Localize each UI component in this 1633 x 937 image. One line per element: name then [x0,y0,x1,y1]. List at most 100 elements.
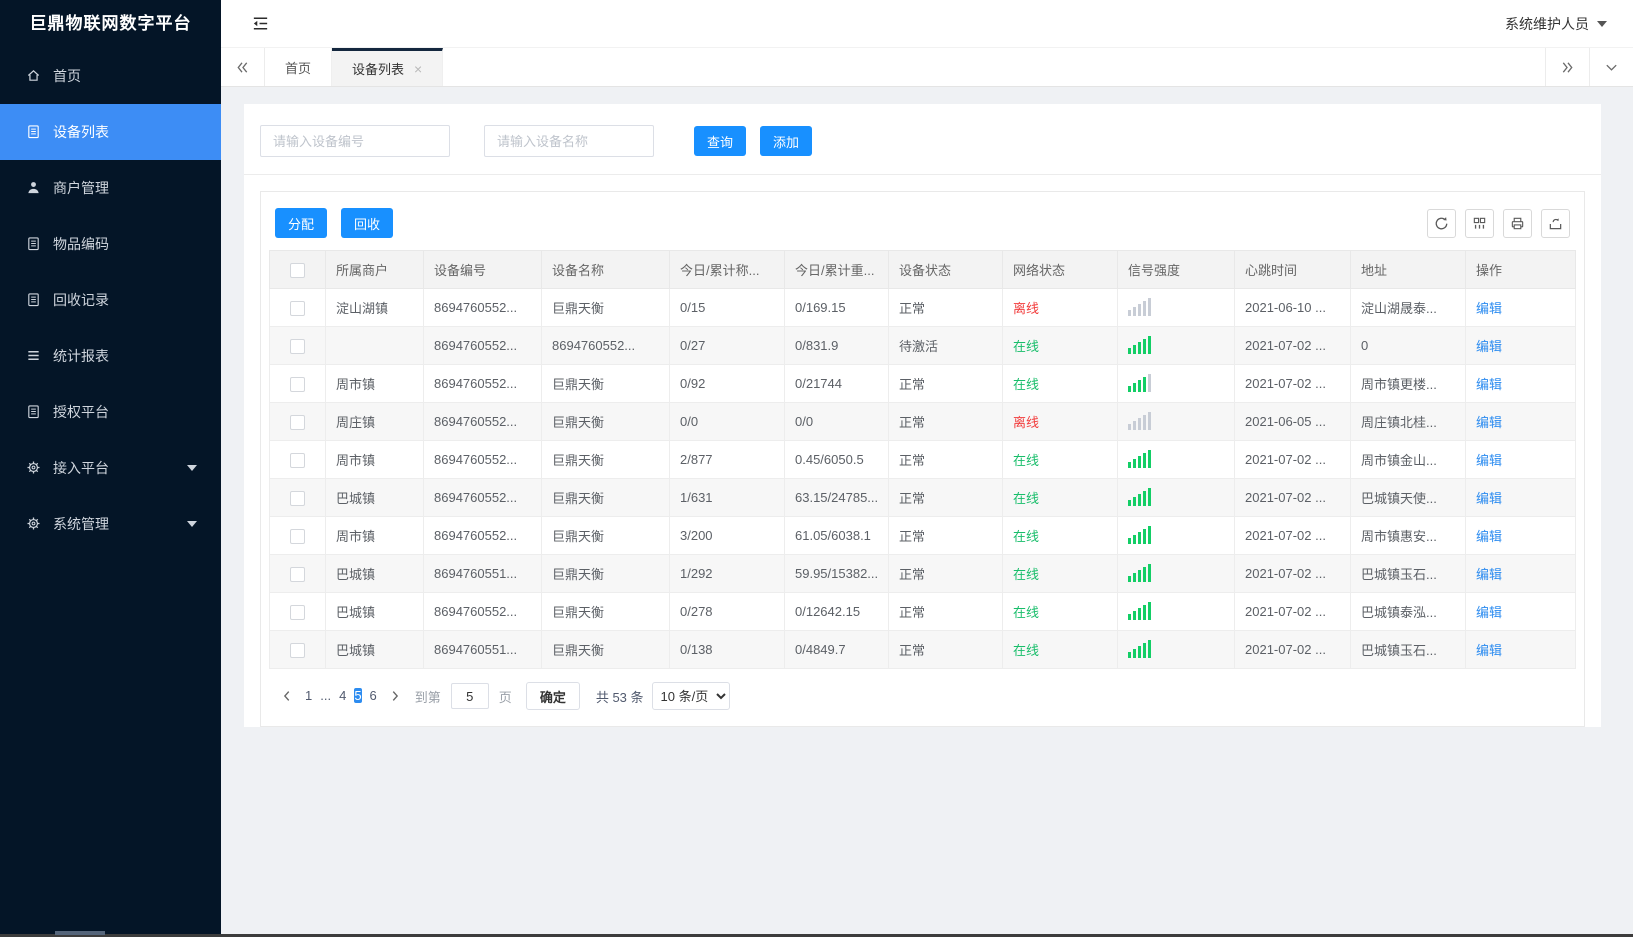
main-area: 系统维护人员 首页 设备列表 × 查询 添加 [221,0,1633,937]
edit-link[interactable]: 编辑 [1476,301,1502,316]
device-no-cell: 8694760551... [423,554,542,593]
table-header-row: 所属商户 设备编号 设备名称 今日/累计称... 今日/累计重... 设备状态 网络状态 信号… [269,250,1576,289]
recycle-button[interactable]: 回收 [341,208,394,238]
query-button[interactable]: 查询 [694,126,747,156]
row-checkbox[interactable] [290,490,305,506]
column-header: 设备状态 [888,250,1003,289]
signal-cell [1117,516,1235,555]
edit-link[interactable]: 编辑 [1476,529,1502,544]
today-weight-cell: 63.15/24785... [784,478,889,517]
page-size-select[interactable]: 10 条/页 [651,682,730,710]
add-button[interactable]: 添加 [760,126,813,156]
signal-cell [1117,554,1235,593]
sidebar-item-label: 接入平台 [53,460,109,476]
today-weight-cell: 0/4849.7 [784,630,889,669]
row-checkbox[interactable] [290,338,305,354]
sidebar: 巨鼎物联网数字平台 首页 设备列表 商户管理 物品编码 回收记录 统计报表 授权平台 接入平台… [0,0,221,937]
select-all-checkbox[interactable] [290,262,305,278]
user-menu[interactable]: 系统维护人员 [1505,14,1607,34]
merchant-cell: 淀山湖镇 [325,288,424,327]
row-checkbox[interactable] [290,414,305,430]
close-icon[interactable]: × [414,62,422,76]
table-row: 周市镇 8694760552... 巨鼎天衡 3/200 61.05/6038.1 正常在… [269,516,1576,555]
device-list-card: 查询 添加 分配 回收 [244,104,1601,727]
sidebar-collapse-icon[interactable] [251,14,270,33]
sidebar-item-home[interactable]: 首页 [0,48,221,104]
edit-link[interactable]: 编辑 [1476,491,1502,506]
edit-link[interactable]: 编辑 [1476,377,1502,392]
row-checkbox[interactable] [290,376,305,392]
device-status-cell: 正常 [888,402,1003,441]
row-checkbox[interactable] [290,604,305,620]
gear-icon [26,460,42,476]
sidebar-item-merchant-mgmt[interactable]: 商户管理 [0,160,221,216]
sidebar-item-auth-platform[interactable]: 授权平台 [0,384,221,440]
jump-prefix-label: 到第 [414,689,441,705]
today-weight-cell: 0/21744 [784,364,889,403]
page-jump-input[interactable] [450,683,489,709]
assign-button[interactable]: 分配 [275,208,328,238]
page-button-5[interactable]: 5 [354,688,362,703]
tabbar: 首页 设备列表 × [221,48,1633,87]
edit-link[interactable]: 编辑 [1476,415,1502,430]
signal-strength-icon [1128,638,1151,658]
tabs-scroll-left-icon[interactable] [221,48,265,86]
row-checkbox[interactable] [290,566,305,582]
page-button-6[interactable]: 6 [370,688,377,703]
edit-link[interactable]: 编辑 [1476,643,1502,658]
column-header: 心跳时间 [1234,250,1351,289]
sidebar-item-access-platform[interactable]: 接入平台 [0,440,221,496]
sidebar-item-item-code[interactable]: 物品编码 [0,216,221,272]
print-button[interactable] [1503,208,1532,238]
page-ellipsis[interactable]: ... [320,688,331,703]
today-count-cell: 0/27 [669,326,785,365]
export-button[interactable] [1541,208,1570,238]
edit-link[interactable]: 编辑 [1476,339,1502,354]
today-count-cell: 1/292 [669,554,785,593]
sidebar-item-label: 物品编码 [53,236,109,252]
edit-link[interactable]: 编辑 [1476,567,1502,582]
address-cell: 周市镇更楼... [1350,364,1466,403]
page-button-1[interactable]: 1 [305,688,312,703]
tab-device-list[interactable]: 设备列表 × [332,48,444,86]
document-icon [26,292,42,308]
network-status-cell: 在线 [1002,478,1118,517]
sidebar-item-stats-report[interactable]: 统计报表 [0,328,221,384]
tab-label: 首页 [285,60,312,76]
row-checkbox[interactable] [290,528,305,544]
tab-home[interactable]: 首页 [265,48,333,86]
sidebar-item-device-list[interactable]: 设备列表 [0,104,221,160]
confirm-button[interactable]: 确定 [525,682,580,710]
edit-link[interactable]: 编辑 [1476,605,1502,620]
merchant-cell: 周市镇 [325,440,424,479]
next-page-icon[interactable] [381,683,409,709]
page-button-4[interactable]: 4 [339,688,346,703]
tabs-menu-icon[interactable] [1589,48,1633,86]
column-header: 设备编号 [423,250,542,289]
heartbeat-cell: 2021-07-02 ... [1234,554,1351,593]
signal-strength-icon [1128,524,1151,544]
refresh-button[interactable] [1427,208,1456,238]
total-count: 共 53 条 [595,689,644,705]
tabs-scroll-right-icon[interactable] [1545,48,1589,86]
sidebar-item-system-mgmt[interactable]: 系统管理 [0,496,221,552]
column-header: 所属商户 [325,250,424,289]
row-checkbox[interactable] [290,642,305,658]
network-status-cell: 在线 [1002,630,1118,669]
sidebar-item-recycle-record[interactable]: 回收记录 [0,272,221,328]
device-name-input[interactable] [484,125,654,157]
gear-icon [26,516,42,532]
row-checkbox[interactable] [290,300,305,316]
edit-link[interactable]: 编辑 [1476,453,1502,468]
columns-button[interactable] [1465,208,1494,238]
merchant-cell: 巴城镇 [325,592,424,631]
device-no-cell: 8694760552... [423,478,542,517]
today-weight-cell: 0/0 [784,402,889,441]
prev-page-icon[interactable] [273,683,301,709]
table-row: 周庄镇 8694760552... 巨鼎天衡 0/0 0/0 正常 离线 2021-06-05… [269,402,1576,441]
device-no-input[interactable] [260,125,450,157]
device-name-cell: 巨鼎天衡 [541,516,670,555]
device-name-cell: 巨鼎天衡 [541,364,670,403]
horizontal-scrollbar-thumb[interactable] [55,931,105,935]
row-checkbox[interactable] [290,452,305,468]
